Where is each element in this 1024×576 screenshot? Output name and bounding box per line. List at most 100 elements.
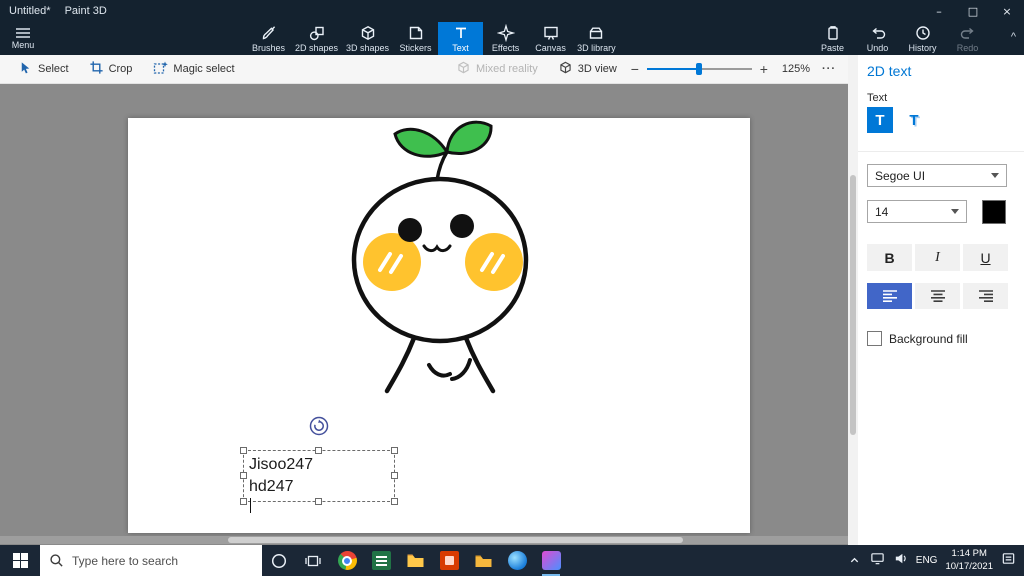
rotate-handle[interactable]	[308, 415, 330, 437]
redo-button[interactable]: Redo	[945, 22, 990, 55]
clock[interactable]: 1:14 PM 10/17/2021	[945, 548, 993, 573]
resize-handle[interactable]	[315, 447, 322, 454]
sprout-character-drawing	[351, 120, 529, 394]
3d-library-icon	[587, 24, 605, 42]
canvas-text-line-1: Jisoo247	[249, 456, 314, 473]
taskbar-search[interactable]	[40, 545, 262, 576]
more-options-button[interactable]: ···	[822, 63, 836, 75]
resize-handle[interactable]	[240, 472, 247, 479]
paste-label: Paste	[820, 43, 844, 53]
cortana-icon	[271, 553, 287, 568]
collapse-ribbon-button[interactable]: ^	[1011, 31, 1016, 43]
maximize-button[interactable]: □	[956, 0, 990, 22]
horizontal-scrollbar-thumb[interactable]	[228, 537, 683, 543]
2d-text-type-button[interactable]: T	[867, 107, 893, 133]
chevron-up-icon	[851, 557, 859, 563]
effects-icon	[496, 24, 515, 42]
resize-handle[interactable]	[391, 447, 398, 454]
hamburger-icon	[15, 27, 31, 39]
text-selection-box[interactable]: Jisoo247 hd247	[240, 416, 398, 513]
minimize-button[interactable]: –	[922, 0, 956, 22]
undo-button[interactable]: Undo	[855, 22, 900, 55]
resize-handle[interactable]	[315, 498, 322, 505]
2d-shapes-icon	[308, 24, 326, 42]
language-indicator[interactable]: ENG	[916, 555, 938, 566]
3d-text-type-button[interactable]: T	[901, 107, 927, 133]
vertical-scrollbar[interactable]	[848, 55, 858, 545]
resize-handle[interactable]	[240, 498, 247, 505]
select-label: Select	[38, 63, 69, 75]
paint3d-icon[interactable]	[534, 545, 568, 576]
drawing-canvas[interactable]: Jisoo247 hd247	[128, 118, 750, 533]
mixed-reality-button[interactable]: Mixed reality	[456, 60, 538, 78]
zoom-slider[interactable]	[646, 62, 752, 76]
ribbon-tab-brushes[interactable]: Brushes	[246, 22, 291, 55]
italic-button[interactable]: I	[915, 244, 960, 271]
text-color-swatch[interactable]	[982, 200, 1006, 224]
close-button[interactable]: ×	[990, 0, 1024, 22]
resize-handle[interactable]	[240, 447, 247, 454]
redo-icon	[959, 24, 977, 42]
text-section-label: Text	[867, 92, 888, 104]
vertical-scrollbar-thumb[interactable]	[850, 175, 856, 435]
zoom-slider-thumb[interactable]	[696, 63, 703, 75]
zoom-in-button[interactable]: +	[756, 61, 772, 77]
align-center-button[interactable]	[915, 283, 960, 309]
search-input[interactable]	[72, 553, 242, 568]
action-center-icon[interactable]	[1001, 551, 1016, 571]
file-explorer-icon[interactable]	[398, 545, 432, 576]
edge-icon[interactable]	[500, 545, 534, 576]
windows-logo-icon	[12, 553, 28, 568]
menu-button[interactable]: Menu	[0, 22, 46, 55]
store-icon[interactable]	[432, 545, 466, 576]
chrome-icon[interactable]	[330, 545, 364, 576]
ribbon-tab-canvas[interactable]: Canvas	[528, 22, 573, 55]
align-right-button[interactable]	[963, 283, 1008, 309]
network-icon[interactable]	[870, 551, 885, 571]
ribbon-tab-stickers[interactable]: Stickers	[393, 22, 438, 55]
app-name: Paint 3D	[64, 5, 107, 17]
3d-view-button[interactable]: 3D view	[558, 60, 617, 78]
canvas-text-line-2: hd247	[249, 476, 313, 513]
ribbon-tabs: Brushes 2D shapes 3D shapes Stickers Tex…	[246, 22, 620, 55]
magic-select-button[interactable]: Magic select	[152, 60, 235, 79]
font-family-value: Segoe UI	[875, 168, 926, 183]
font-family-select[interactable]: Segoe UI	[867, 164, 1007, 187]
horizontal-scrollbar[interactable]	[0, 536, 848, 544]
chevron-down-icon	[951, 209, 959, 214]
start-button[interactable]	[0, 545, 40, 576]
ribbon-tab-3d-shapes[interactable]: 3D shapes	[342, 22, 393, 55]
underline-button[interactable]: U	[963, 244, 1008, 271]
history-button[interactable]: History	[900, 22, 945, 55]
ribbon-tab-effects[interactable]: Effects	[483, 22, 528, 55]
paste-button[interactable]: Paste	[810, 22, 855, 55]
resize-handle[interactable]	[391, 472, 398, 479]
align-right-icon	[978, 290, 993, 302]
select-cursor-icon	[18, 60, 33, 78]
resize-handle[interactable]	[391, 498, 398, 505]
workspace: Jisoo247 hd247	[0, 84, 848, 545]
select-tool-button[interactable]: Select	[18, 60, 69, 78]
ribbon-tab-label: 3D library	[577, 43, 616, 53]
ribbon-tab-text[interactable]: Text	[438, 22, 484, 55]
align-left-button[interactable]	[867, 283, 912, 309]
brush-icon	[260, 24, 278, 42]
ribbon-tab-2d-shapes[interactable]: 2D shapes	[291, 22, 342, 55]
ribbon-tab-3d-library[interactable]: 3D library	[573, 22, 620, 55]
cortana-button[interactable]	[262, 545, 296, 576]
canvas-text-content[interactable]: Jisoo247 hd247	[249, 454, 313, 513]
background-fill-checkbox[interactable]	[867, 331, 882, 346]
bold-button[interactable]: B	[867, 244, 912, 271]
font-size-select[interactable]: 14	[867, 200, 967, 223]
volume-icon[interactable]	[893, 551, 908, 571]
zoom-out-button[interactable]: −	[627, 61, 643, 77]
crop-button[interactable]: Crop	[89, 60, 132, 78]
tray-expand-button[interactable]	[848, 545, 862, 576]
excel-icon[interactable]	[364, 545, 398, 576]
zoom-level[interactable]: 125%	[782, 63, 810, 75]
folder-icon[interactable]	[466, 545, 500, 576]
text-icon	[452, 24, 470, 42]
background-fill-label[interactable]: Background fill	[889, 332, 968, 346]
task-view-button[interactable]	[296, 545, 330, 576]
document-title: Untitled*	[9, 5, 51, 17]
